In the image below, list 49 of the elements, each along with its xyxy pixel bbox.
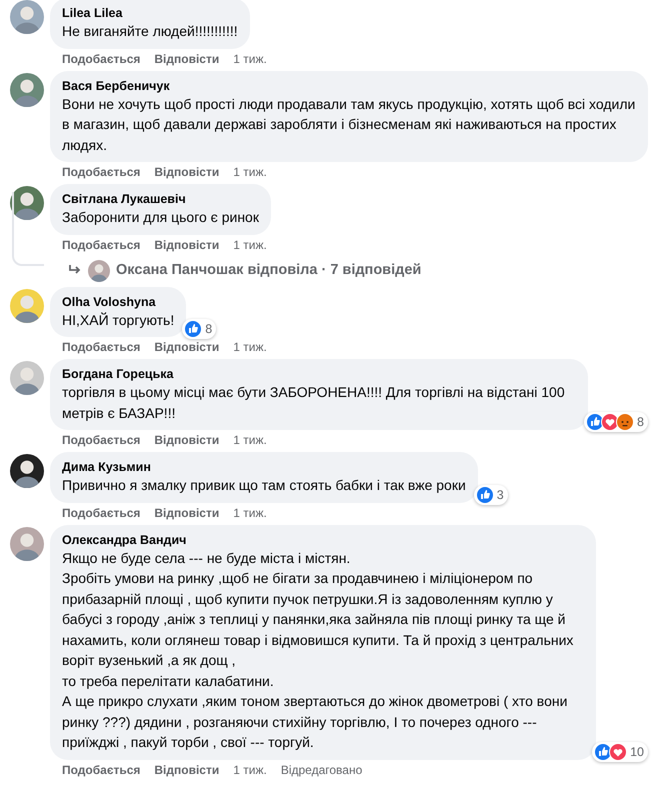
comment-text: А ще прикро слухати ,яким тоном звертаються до жінок двометрові ( хто вони ринку ???) дядини , розганяючи стихійну торгівлю, І то почерез одного --- приїжджі , пакуй торби , свої --- торгуй. [62,692,568,752]
reaction-count: 8 [205,322,212,336]
comment-text: Якщо не буде села --- не буде міста і містян. [62,548,352,568]
reply-link[interactable]: Відповісти [154,433,220,447]
like-link[interactable]: Подобається [62,165,140,179]
author-name[interactable]: Олександра Вандич [62,532,584,548]
comment-text: Не виганяйте людей!!!!!!!!!!! [62,22,238,41]
replies-link[interactable]: Оксана Панчошак відповіла · 7 відповідей [116,262,422,278]
like-link[interactable]: Подобається [62,506,140,520]
author-name[interactable]: Вася Бербеничук [62,78,636,94]
timestamp[interactable]: 1 тиж. [233,165,267,179]
reactions-pill[interactable]: 8 [182,319,216,339]
reply-link[interactable]: Відповісти [154,52,220,66]
reactions-pill[interactable]: 10 [592,742,648,762]
reply-link[interactable]: Відповісти [154,340,220,354]
timestamp[interactable]: 1 тиж. [233,506,267,520]
reaction-count: 10 [630,744,644,758]
reply-link[interactable]: Відповісти [154,506,220,520]
comment-text: торгівля в цьому місці має бути ЗАБОРОНЕНА!!!! Для торгівлі на відстані 100 метрів є БАЗАР!!! [62,383,566,423]
timestamp[interactable]: 1 тиж. [233,433,267,447]
reactions-pill[interactable]: 3 [474,484,508,504]
like-link[interactable]: Подобається [62,433,140,447]
comment-text: Заборонити для цього є ринок [62,208,259,227]
reply-link[interactable]: Відповісти [154,238,220,252]
like-link[interactable]: Подобається [62,340,140,354]
like-link[interactable]: Подобається [62,238,140,252]
timestamp[interactable]: 1 тиж. [233,340,267,354]
timestamp[interactable]: 1 тиж. [233,52,267,66]
reply-link[interactable]: Відповісти [154,762,220,776]
like-link[interactable]: Подобається [62,762,140,776]
comment-text: Вони не хочуть щоб прості люди продавали там якусь продукцію, хотять щоб всі ходили в магазин, щоб давали державі заробляти і бізнесменам які наживаються на простих людях. [62,94,636,155]
author-name[interactable]: Olha Voloshyna [62,294,174,310]
timestamp[interactable]: 1 тиж. [233,238,267,252]
author-name[interactable]: Світлана Лукашевіч [62,191,259,207]
author-name[interactable]: Богдана Горецька [62,366,576,382]
author-name[interactable]: Дима Кузьмин [62,459,466,475]
reaction-count: 8 [637,415,644,429]
timestamp[interactable]: 1 тиж. [233,762,267,776]
reply-arrow-icon [68,264,82,276]
comment-text: Привично я змалку привик що там стоять бабки і так вже роки [62,476,466,495]
comment-text: то треба перелітати калабатини. [62,672,275,691]
reaction-count: 3 [496,488,504,502]
comment-text: НІ,ХАЙ торгують! [62,310,174,330]
avatar[interactable] [10,454,44,488]
author-name[interactable]: Lilea Lilea [62,5,238,21]
edited-label: Відредаговано [280,762,362,776]
reply-link[interactable]: Відповісти [154,165,220,179]
reactions-pill[interactable]: 8 [584,412,648,432]
like-link[interactable]: Подобається [62,52,140,66]
